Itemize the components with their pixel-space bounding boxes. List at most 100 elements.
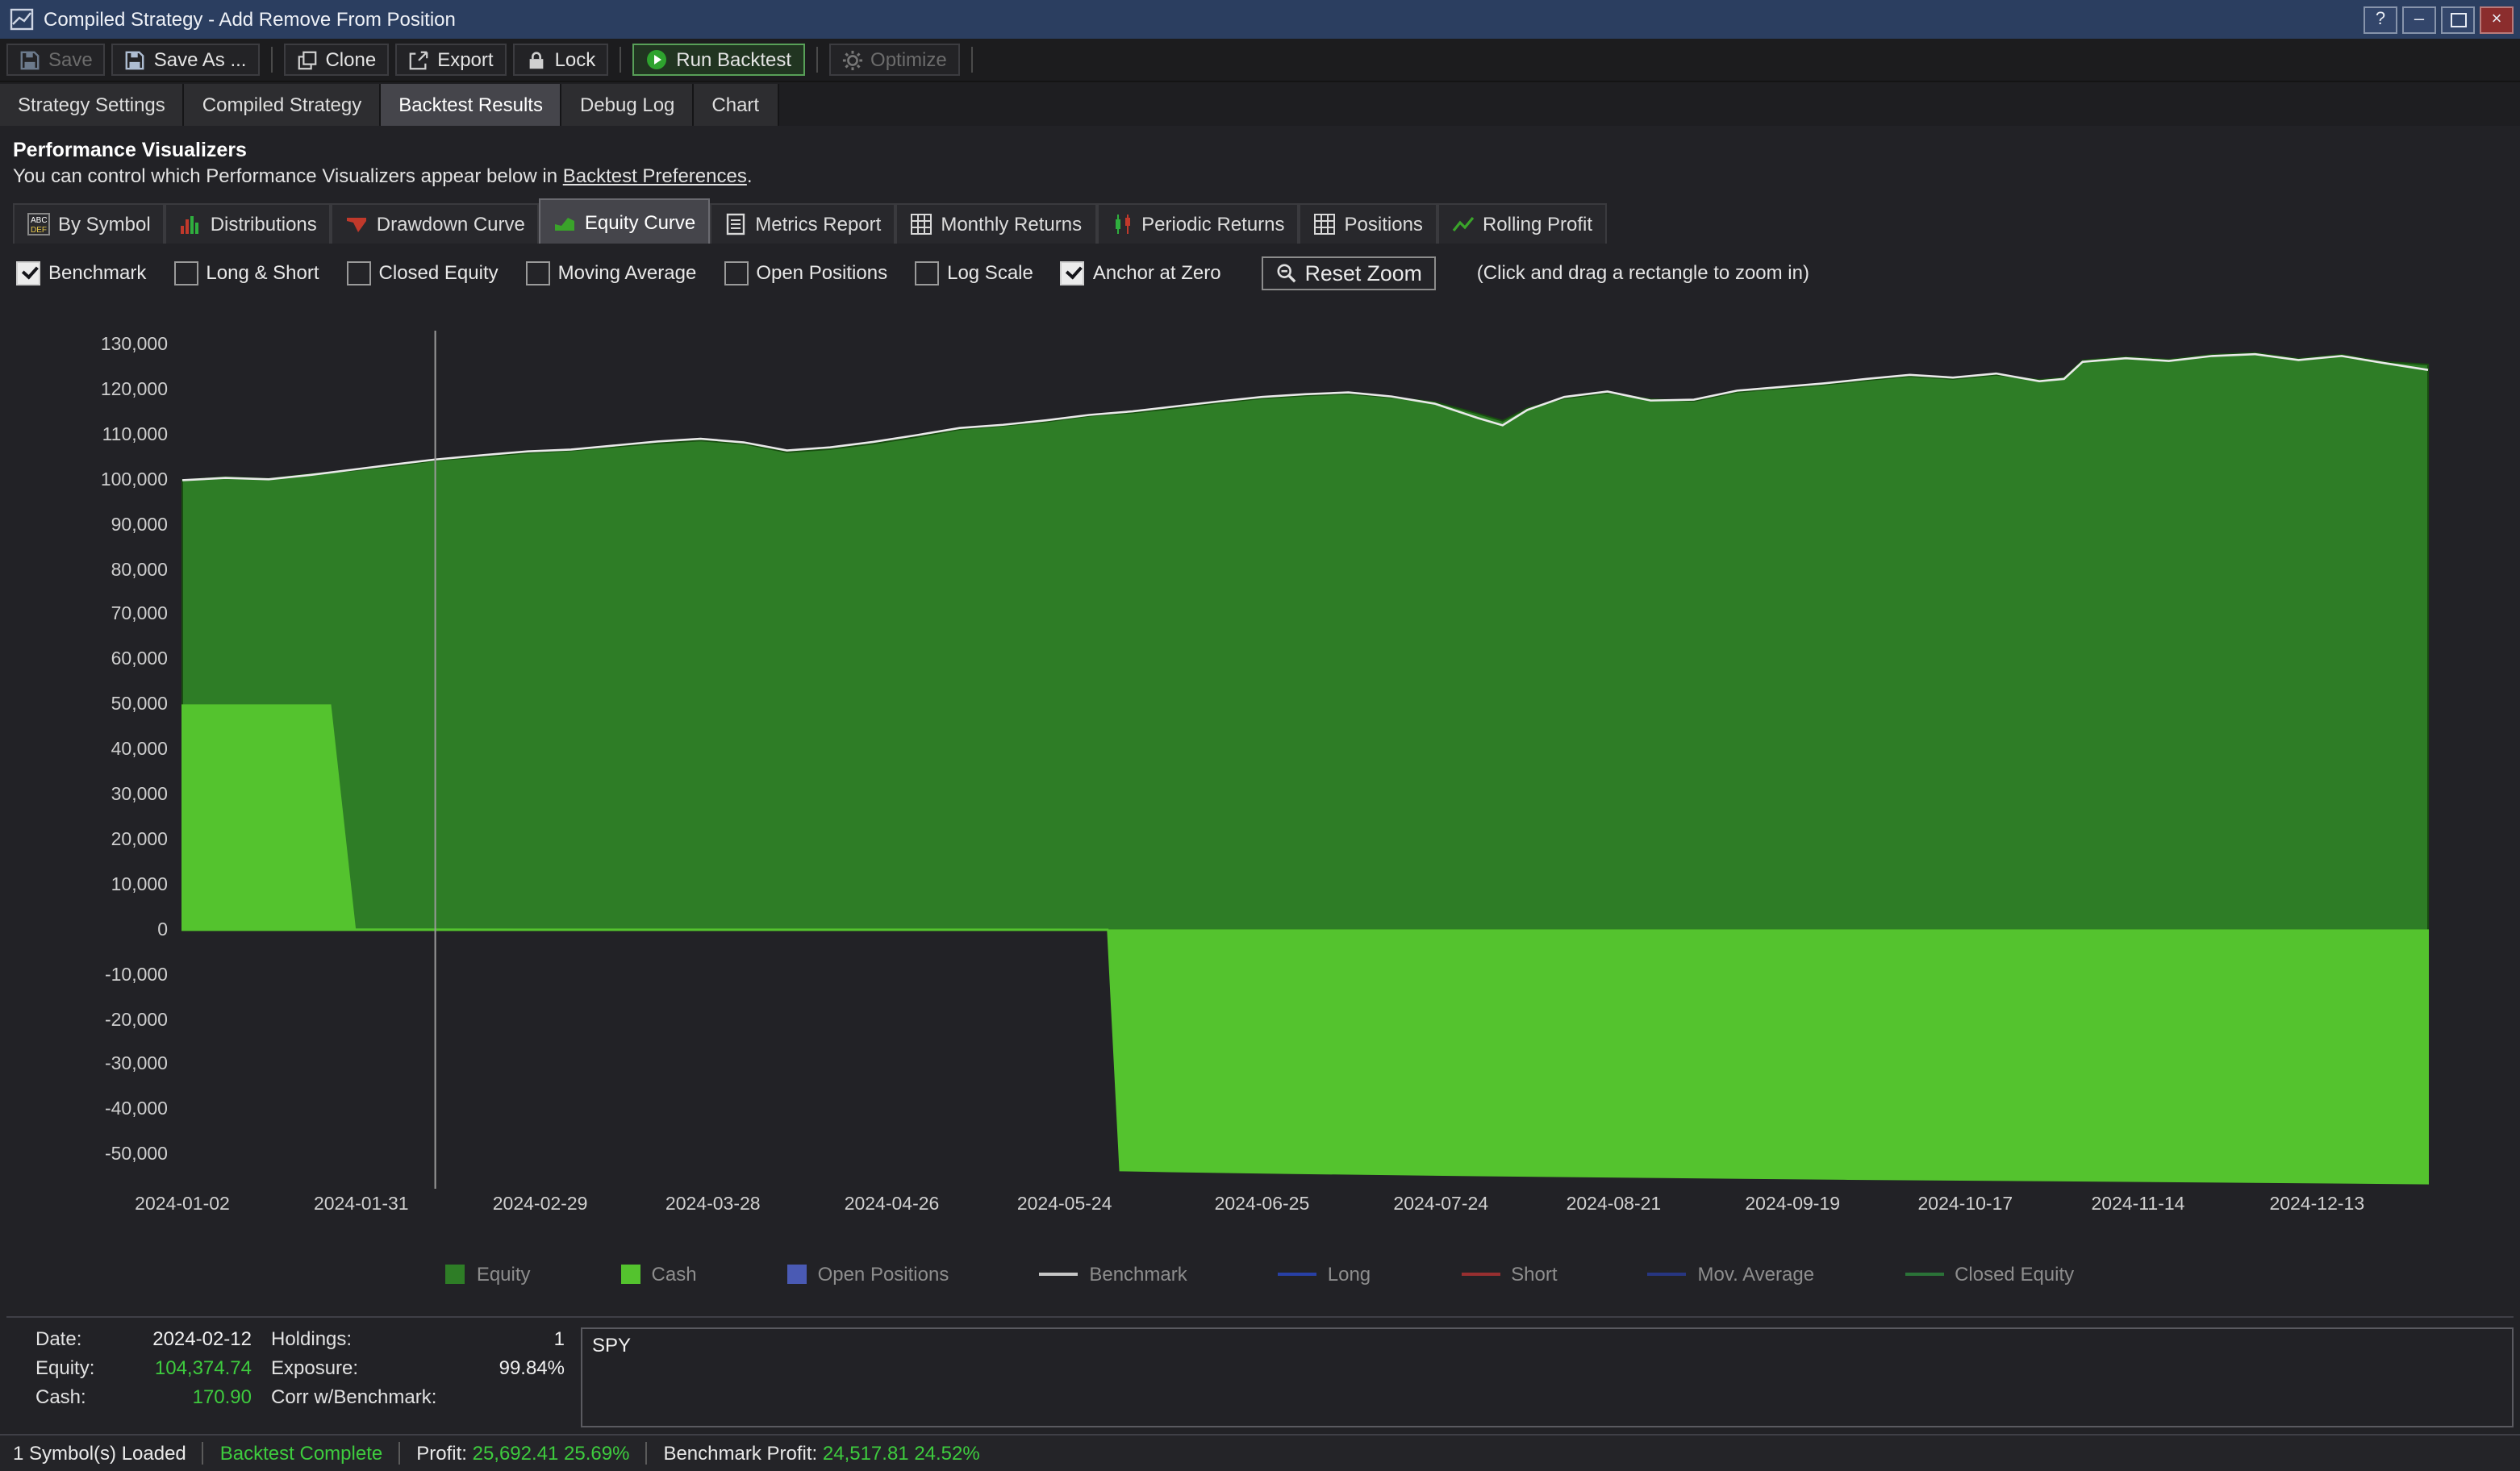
x-tick-label: 2024-03-28: [640, 1195, 786, 1215]
checkbox-open-positions[interactable]: Open Positions: [724, 260, 887, 285]
save-button[interactable]: Save: [6, 44, 106, 76]
backtest-status: Backtest Complete: [220, 1442, 382, 1465]
performance-visualizers-heading: Performance Visualizers: [13, 139, 2520, 161]
x-tick-label: 2024-10-17: [1892, 1195, 2038, 1215]
checked-checkbox-icon[interactable]: [1061, 260, 1085, 285]
visualizer-tab-equity-curve[interactable]: Equity Curve: [540, 198, 710, 244]
checkbox-log-scale[interactable]: Log Scale: [915, 260, 1033, 285]
profit-status: Profit: 25,692.41 25.69%: [416, 1442, 629, 1465]
app-window: Compiled Strategy - Add Remove From Posi…: [0, 0, 2520, 1471]
tab-backtest-results[interactable]: Backtest Results: [381, 84, 562, 126]
tab-strategy-settings[interactable]: Strategy Settings: [0, 84, 185, 126]
legend-label: Mov. Average: [1698, 1263, 1815, 1286]
unchecked-checkbox-icon[interactable]: [526, 260, 550, 285]
legend-item-long: Long: [1278, 1263, 1371, 1286]
checkbox-label: Closed Equity: [379, 261, 499, 284]
visualizer-tab-periodic-returns[interactable]: Periodic Returns: [1096, 203, 1299, 244]
corr-benchmark-value: [471, 1386, 565, 1408]
holdings-value: 1: [471, 1327, 565, 1350]
x-tick-label: 2024-08-21: [1541, 1195, 1686, 1215]
x-tick-label: 2024-04-26: [820, 1195, 965, 1215]
exposure-label: Exposure:: [271, 1356, 452, 1379]
checked-checkbox-icon[interactable]: [16, 260, 40, 285]
visualizer-tab-metrics-report[interactable]: Metrics Report: [710, 203, 895, 244]
zoom-hint-text: (Click and drag a rectangle to zoom in): [1477, 261, 1809, 284]
visualizer-tab-label: Metrics Report: [755, 213, 881, 235]
lock-button[interactable]: Lock: [513, 44, 609, 76]
checkbox-closed-equity[interactable]: Closed Equity: [347, 260, 499, 285]
checkbox-moving-average[interactable]: Moving Average: [526, 260, 697, 285]
visualizer-tab-rolling-profit[interactable]: Rolling Profit: [1437, 203, 1607, 244]
visualizer-tab-positions[interactable]: Positions: [1300, 203, 1437, 244]
run-backtest-button[interactable]: Run Backtest: [632, 44, 804, 76]
checkbox-label: Log Scale: [947, 261, 1033, 284]
legend-swatch: [787, 1265, 807, 1284]
status-bar: 1 Symbol(s) Loaded Backtest Complete Pro…: [0, 1434, 2520, 1471]
save-as-icon: [125, 49, 146, 70]
clone-button[interactable]: Clone: [283, 44, 389, 76]
benchmark-profit-status: Benchmark Profit: 24,517.81 24.52%: [663, 1442, 979, 1465]
rolling-icon: [1452, 213, 1475, 235]
toolbar-separator: [620, 47, 621, 73]
main-tab-bar: Strategy SettingsCompiled StrategyBackte…: [0, 82, 2520, 126]
by-symbol-icon: ABCDEF: [27, 213, 50, 235]
reset-zoom-button[interactable]: Reset Zoom: [1262, 256, 1437, 290]
symbols-loaded-status: 1 Symbol(s) Loaded: [13, 1442, 186, 1465]
lock-icon: [526, 49, 547, 70]
profit-value: 25,692.41 25.69%: [473, 1442, 630, 1465]
help-button[interactable]: ?: [2364, 6, 2397, 33]
legend-label: Short: [1511, 1263, 1557, 1286]
optimize-button[interactable]: Optimize: [828, 44, 960, 76]
corr-benchmark-label: Corr w/Benchmark:: [271, 1386, 452, 1408]
legend-label: Long: [1328, 1263, 1371, 1286]
chart-controls-row: Benchmark Long & Short Closed Equity Moving…: [16, 253, 2520, 292]
backtest-preferences-link[interactable]: Backtest Preferences: [563, 165, 747, 187]
x-tick-label: 2024-01-02: [110, 1195, 255, 1215]
checkbox-label: Open Positions: [756, 261, 887, 284]
legend-label: Closed Equity: [1955, 1263, 2074, 1286]
unchecked-checkbox-icon[interactable]: [915, 260, 939, 285]
checkbox-benchmark[interactable]: Benchmark: [16, 260, 146, 285]
checkbox-long-short[interactable]: Long & Short: [173, 260, 319, 285]
close-button[interactable]: ×: [2480, 6, 2514, 33]
visualizer-tab-by-symbol[interactable]: ABCDEF By Symbol: [13, 203, 165, 244]
minimize-button[interactable]: –: [2402, 6, 2436, 33]
unchecked-checkbox-icon[interactable]: [347, 260, 371, 285]
status-separator: [202, 1442, 204, 1465]
tab-compiled-strategy[interactable]: Compiled Strategy: [185, 84, 381, 126]
legend-label: Open Positions: [818, 1263, 949, 1286]
save-as-button[interactable]: Save As ...: [112, 44, 260, 76]
visualizer-tab-label: Drawdown Curve: [377, 213, 525, 235]
legend-label: Cash: [652, 1263, 697, 1286]
export-button[interactable]: Export: [395, 44, 506, 76]
symbols-list[interactable]: SPY: [581, 1327, 2514, 1427]
tab-chart[interactable]: Chart: [694, 84, 778, 126]
visualizer-tab-distributions[interactable]: Distributions: [165, 203, 332, 244]
equity-icon: [554, 210, 577, 233]
legend-label: Benchmark: [1089, 1263, 1187, 1286]
gear-icon: [841, 49, 862, 70]
equity-label: Equity:: [35, 1356, 106, 1379]
toolbar-separator: [270, 47, 272, 73]
legend-swatch: [1039, 1273, 1078, 1276]
maximize-button[interactable]: [2441, 6, 2475, 33]
checkbox-anchor-at-zero[interactable]: Anchor at Zero: [1061, 260, 1221, 285]
visualizer-tab-label: Periodic Returns: [1141, 213, 1284, 235]
legend-item-closed-equity: Closed Equity: [1905, 1263, 2074, 1286]
checkbox-label: Anchor at Zero: [1093, 261, 1221, 284]
distributions-icon: [180, 213, 202, 235]
unchecked-checkbox-icon[interactable]: [724, 260, 748, 285]
info-grid: Date: 2024-02-12 Holdings: 1 Equity: 104…: [35, 1327, 565, 1427]
x-tick-label: 2024-02-29: [468, 1195, 613, 1215]
visualizer-tab-drawdown-curve[interactable]: Drawdown Curve: [332, 203, 540, 244]
visualizer-tab-label: By Symbol: [58, 213, 151, 235]
benchmark-profit-value: 24,517.81 24.52%: [823, 1442, 980, 1465]
title-bar: Compiled Strategy - Add Remove From Posi…: [0, 0, 2520, 39]
legend-item-open-positions: Open Positions: [787, 1263, 949, 1286]
svg-text:DEF: DEF: [31, 226, 47, 235]
grid-icon: [910, 213, 932, 235]
tab-debug-log[interactable]: Debug Log: [562, 84, 694, 126]
chart-plot-area[interactable]: [0, 308, 2520, 1234]
visualizer-tab-monthly-returns[interactable]: Monthly Returns: [895, 203, 1096, 244]
unchecked-checkbox-icon[interactable]: [173, 260, 198, 285]
